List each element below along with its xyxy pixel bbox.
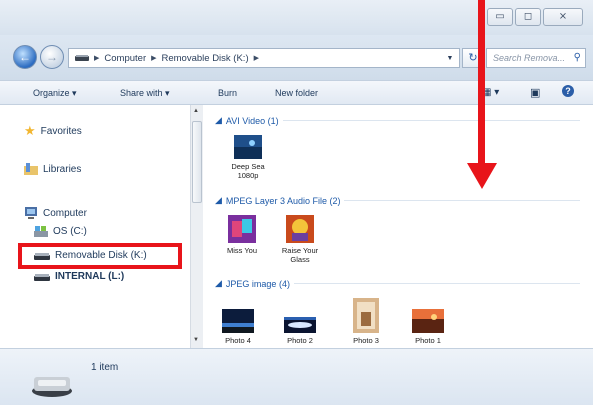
image-thumbnail-icon (222, 309, 254, 333)
nav-item-libraries[interactable]: Libraries (24, 163, 81, 175)
nav-item-internal-drive[interactable]: INTERNAL (L:) (34, 271, 124, 282)
forward-button[interactable]: → (40, 45, 64, 69)
collapse-icon: ◢ (215, 195, 222, 205)
nav-label: OS (C:) (53, 226, 87, 237)
collapse-icon: ◢ (215, 278, 222, 288)
file-name: Photo 2 (287, 336, 313, 345)
nav-item-favorites[interactable]: ★ Favorites (24, 123, 82, 139)
maximize-icon: ◻ (523, 11, 533, 22)
search-icon: ⚲ (573, 52, 581, 63)
highlight-box (18, 243, 182, 269)
preview-pane-icon[interactable]: ▣ (530, 86, 540, 99)
close-icon: ⨯ (558, 11, 568, 22)
breadcrumb-separator-icon: ▶ (94, 55, 100, 62)
breadcrumb-removable-disk[interactable]: Removable Disk (K:) (162, 53, 249, 64)
group-divider (344, 200, 580, 201)
search-placeholder: Search Remova... (493, 53, 566, 63)
file-name: Photo 4 (225, 336, 251, 345)
scroll-down-icon[interactable]: ▼ (193, 337, 199, 343)
status-bar: 1 item (0, 348, 593, 405)
file-name: Raise Your (281, 246, 319, 255)
drive-icon (75, 55, 89, 61)
group-divider (293, 283, 580, 284)
group-header-mp3[interactable]: ◢ MPEG Layer 3 Audio File (2) (215, 195, 580, 206)
organize-menu[interactable]: Organize ▾ (33, 88, 77, 99)
group-label: MPEG Layer 3 Audio File (2) (225, 195, 341, 206)
group-label: JPEG image (4) (225, 278, 290, 289)
group-header-avi[interactable]: ◢ AVI Video (1) (215, 115, 580, 126)
file-name: Glass (290, 255, 310, 264)
file-name: Miss You (226, 246, 258, 255)
album-art-icon (286, 215, 314, 243)
image-thumbnail-icon (284, 317, 316, 333)
share-with-menu[interactable]: Share with ▾ (120, 88, 170, 99)
breadcrumb-computer[interactable]: Computer (104, 53, 146, 64)
back-arrow-icon: ← (19, 50, 31, 64)
pointer-arrow-icon (467, 163, 497, 189)
nav-label: Favorites (40, 125, 82, 137)
file-item-photo-1[interactable]: Photo 1 (403, 305, 453, 345)
file-name: Photo 1 (415, 336, 441, 345)
internal-drive-icon (34, 273, 50, 281)
libraries-icon (24, 163, 38, 175)
help-icon[interactable]: ? (562, 85, 574, 97)
image-thumbnail-icon (353, 298, 379, 333)
file-name: Photo 3 (353, 336, 379, 345)
group-divider (282, 120, 580, 121)
nav-item-os-drive[interactable]: OS (C:) (34, 226, 87, 237)
explorer-window: ▭ ◻ ⨯ ← → ▶ Computer ▶ Removable Disk (K… (0, 0, 593, 405)
file-item-photo-3[interactable]: Photo 3 (341, 298, 391, 345)
group-label: AVI Video (1) (225, 115, 279, 126)
nav-item-computer[interactable]: Computer (24, 207, 87, 219)
new-folder-button[interactable]: New folder (275, 88, 318, 98)
image-thumbnail-icon (412, 309, 444, 333)
minimize-icon: ▭ (495, 11, 505, 22)
nav-label: Computer (43, 207, 87, 219)
computer-icon (25, 207, 37, 219)
forward-arrow-icon: → (46, 50, 58, 64)
star-icon: ★ (24, 123, 36, 138)
close-button[interactable]: ⨯ (543, 8, 583, 26)
file-name: 1080p (237, 171, 259, 180)
navigation-scrollbar[interactable]: ▲ ▼ (190, 105, 203, 348)
file-name: Deep Sea (231, 162, 265, 171)
minimize-button[interactable]: ▭ (487, 8, 513, 26)
file-list: ◢ AVI Video (1) Deep Sea 1080p ◢ MPEG La… (203, 105, 593, 348)
scrollbar-thumb[interactable] (192, 121, 202, 203)
removable-drive-large-icon (32, 377, 72, 397)
scroll-up-icon[interactable]: ▲ (193, 108, 199, 114)
file-item-photo-2[interactable]: Photo 2 (275, 305, 325, 345)
refresh-icon: ↻ (468, 52, 478, 64)
file-item-raise-your-glass[interactable]: Raise Your Glass (275, 215, 325, 264)
title-bar: ▭ ◻ ⨯ (0, 0, 593, 35)
nav-label: INTERNAL (L:) (55, 271, 125, 282)
group-header-jpeg[interactable]: ◢ JPEG image (4) (215, 278, 580, 289)
collapse-icon: ◢ (215, 115, 222, 125)
maximize-button[interactable]: ◻ (515, 8, 541, 26)
address-bar[interactable]: ▶ Computer ▶ Removable Disk (K:) ▶ ▼ (68, 48, 460, 68)
file-item-deep-sea[interactable]: Deep Sea 1080p (223, 135, 273, 180)
address-dropdown-icon[interactable]: ▼ (441, 55, 459, 62)
command-toolbar: Organize ▾ Share with ▾ Burn New folder … (0, 80, 593, 105)
burn-button[interactable]: Burn (218, 88, 237, 98)
breadcrumb-separator-icon: ▶ (151, 55, 157, 62)
file-item-photo-4[interactable]: Photo 4 (213, 305, 263, 345)
system-drive-icon (34, 226, 48, 237)
nav-label: Libraries (43, 163, 82, 175)
navigation-pane: ★ Favorites Libraries Computer OS (C:) R… (0, 105, 190, 348)
video-thumbnail-icon (234, 135, 262, 159)
breadcrumb-separator-icon: ▶ (253, 55, 259, 62)
album-art-icon (228, 215, 256, 243)
search-input[interactable]: Search Remova... ⚲ (486, 48, 586, 68)
address-row: ← → ▶ Computer ▶ Removable Disk (K:) ▶ ▼… (0, 35, 593, 80)
file-item-miss-you[interactable]: Miss You (217, 215, 267, 255)
item-count: 1 item (91, 362, 119, 373)
pointer-arrow-shaft (478, 0, 485, 165)
back-button[interactable]: ← (13, 45, 37, 69)
